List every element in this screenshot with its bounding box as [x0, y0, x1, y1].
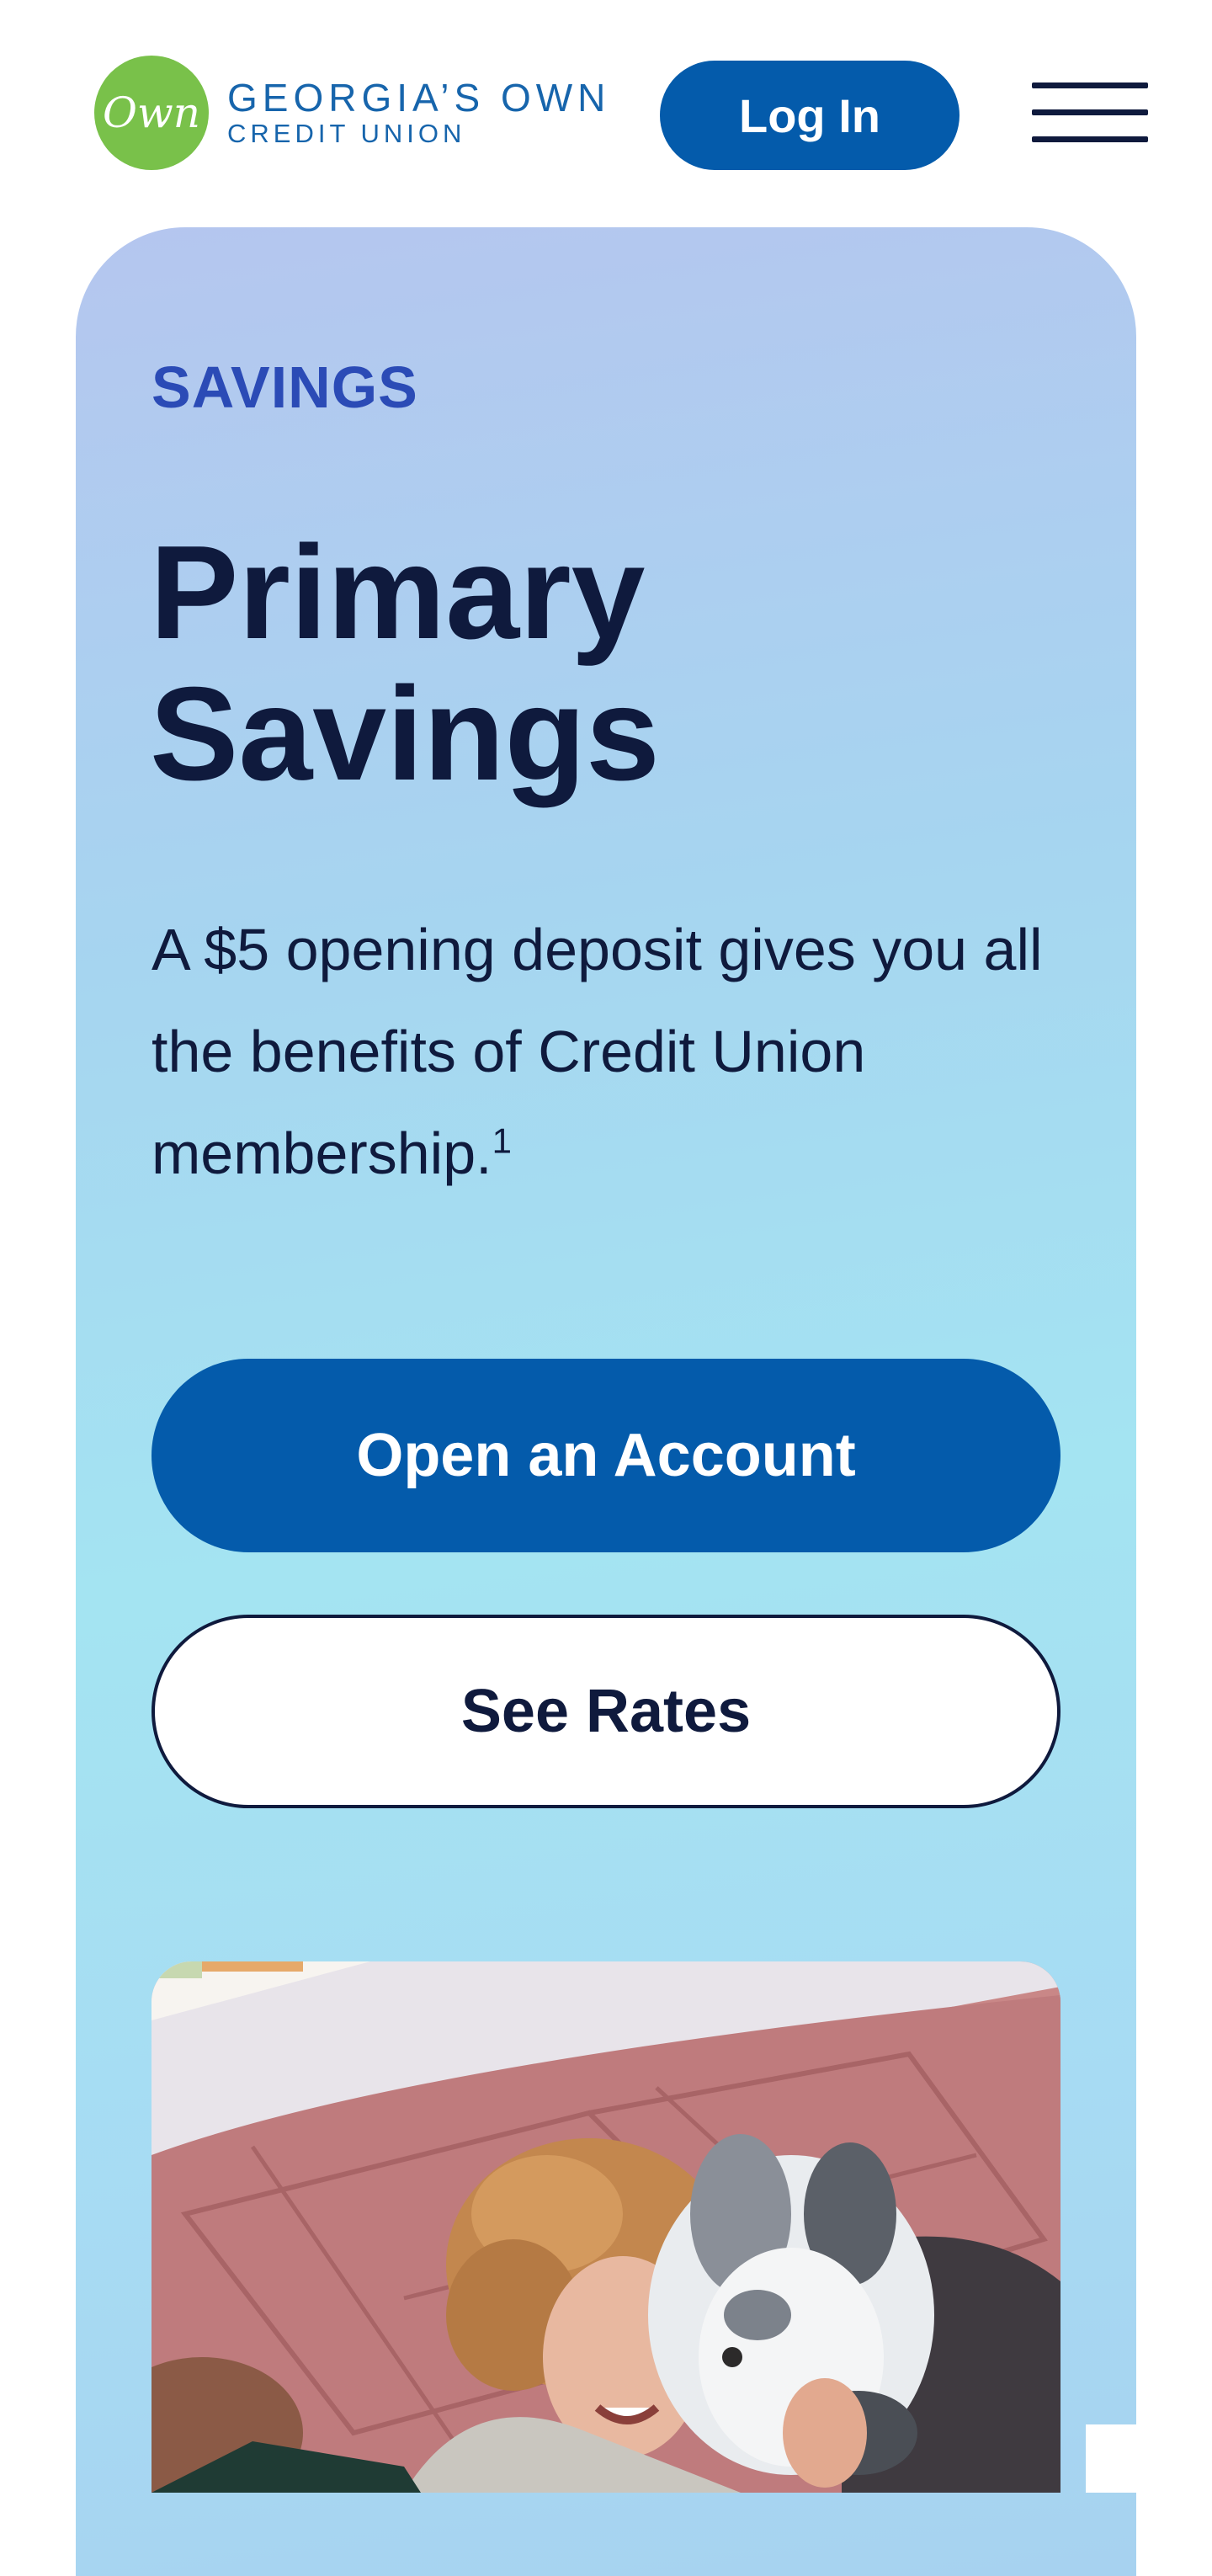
menu-bar [1032, 109, 1148, 115]
site-header: Own GEORGIA’S OWN CREDIT UNION Log In [0, 0, 1212, 227]
logo-wordmark: GEORGIA’S OWN CREDIT UNION [227, 77, 610, 149]
woman-hugging-dog-photo [152, 1961, 1060, 2493]
see-rates-button[interactable]: See Rates [152, 1615, 1060, 1808]
logo-line-1: GEORGIA’S OWN [227, 76, 611, 120]
hero-description-text: A $5 opening deposit gives you all the b… [152, 917, 1043, 1186]
logo-mark-text: Own [103, 88, 200, 137]
open-account-button[interactable]: Open an Account [152, 1359, 1060, 1552]
georgias-own-logo[interactable]: Own GEORGIA’S OWN CREDIT UNION [94, 56, 610, 170]
page-title: Primary Savings [150, 519, 660, 808]
hamburger-menu-icon[interactable] [1032, 81, 1148, 145]
footnote-marker[interactable]: 1 [492, 1121, 512, 1161]
log-in-button[interactable]: Log In [660, 61, 960, 170]
menu-bar [1032, 136, 1148, 142]
menu-bar [1032, 82, 1148, 88]
logo-mark: Own [94, 56, 209, 170]
page-background-corner [1086, 2424, 1212, 2493]
section-eyebrow: SAVINGS [152, 354, 418, 420]
logo-line-2: CREDIT UNION [227, 119, 466, 148]
hero-description: A $5 opening deposit gives you all the b… [152, 899, 1060, 1205]
